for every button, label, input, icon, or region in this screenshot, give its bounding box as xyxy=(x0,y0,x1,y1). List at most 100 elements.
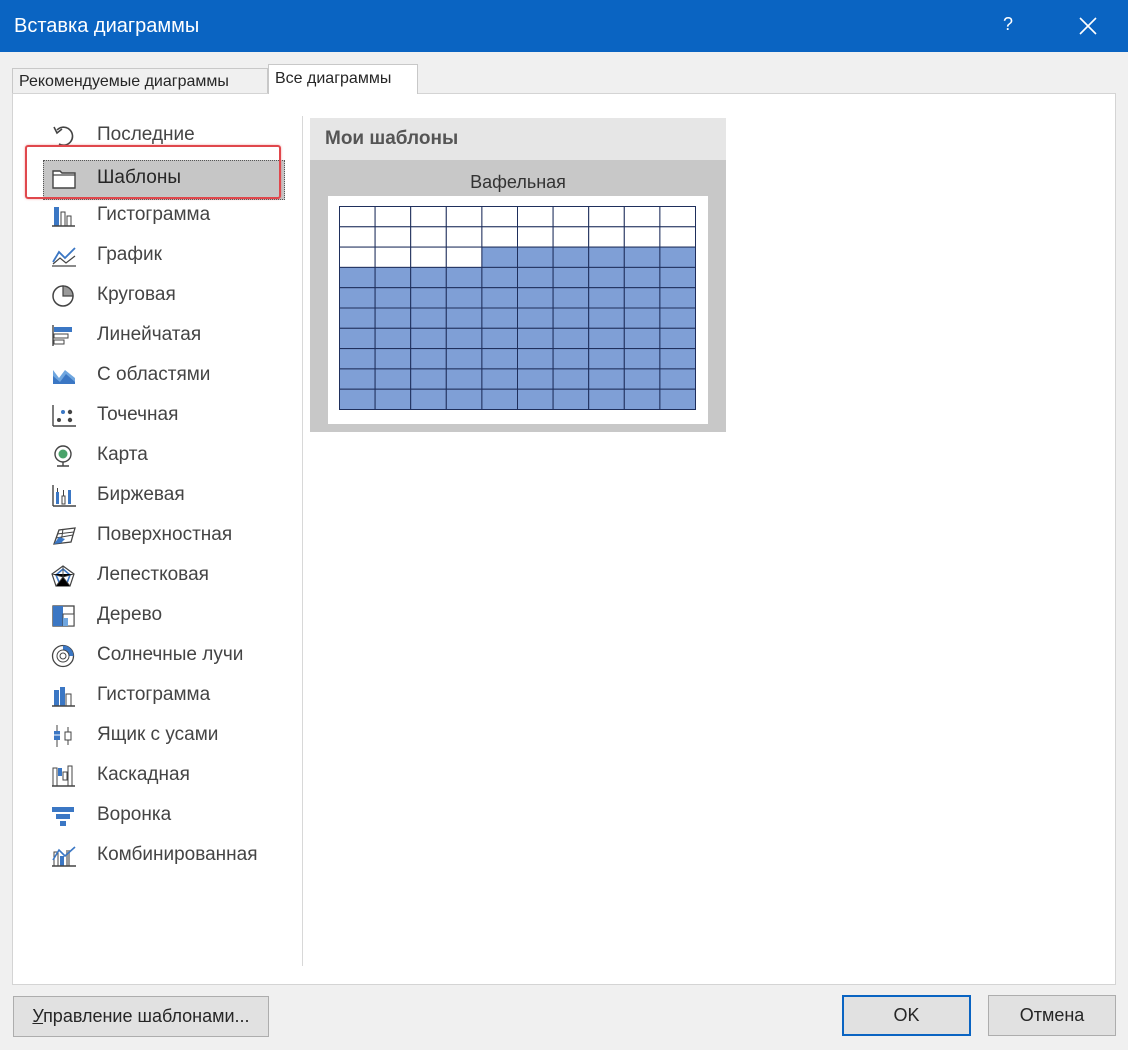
waffle-cell xyxy=(623,226,661,248)
sidebar-item-box-whisker-chart[interactable]: Ящик с усами xyxy=(37,716,295,756)
waffle-cell xyxy=(445,388,483,410)
tab-strip: Рекомендуемые диаграммы Все диаграммы xyxy=(12,64,1112,94)
manage-templates-accelerator: У xyxy=(32,1006,44,1026)
template-name: Вафельная xyxy=(470,172,566,192)
help-button[interactable]: ? xyxy=(996,14,1020,38)
waffle-cell xyxy=(623,266,661,289)
waffle-cell xyxy=(374,368,412,390)
treemap-chart-icon xyxy=(51,604,77,628)
sidebar-item-label: Последние xyxy=(97,124,195,145)
waffle-cell xyxy=(481,226,518,248)
sidebar-item-funnel-chart[interactable]: Воронка xyxy=(37,796,295,836)
waffle-cell xyxy=(552,226,590,248)
sidebar-item-label: Поверхностная xyxy=(97,524,233,545)
sidebar-item-histogram-chart[interactable]: Гистограмма xyxy=(37,676,295,716)
sidebar-item-label: Гистограмма xyxy=(97,204,211,225)
pie-chart-icon xyxy=(51,284,77,308)
waffle-chart-preview xyxy=(339,206,696,410)
waffle-cell xyxy=(659,246,696,268)
sidebar-item-label: Точечная xyxy=(97,404,179,425)
sidebar-item-map-chart[interactable]: Карта xyxy=(37,436,295,476)
sidebar-item-label: Круговая xyxy=(97,284,176,305)
waffle-cell xyxy=(374,307,412,329)
waffle-cell xyxy=(445,226,483,248)
waffle-cell xyxy=(517,348,554,370)
waffle-cell xyxy=(623,327,661,350)
sidebar-item-column-chart[interactable]: Гистограмма xyxy=(37,196,295,236)
waffle-cell xyxy=(623,287,661,309)
sidebar-item-line-chart[interactable]: График xyxy=(37,236,295,276)
sidebar-item-scatter-chart[interactable]: Точечная xyxy=(37,396,295,436)
waffle-cell xyxy=(517,206,554,228)
waffle-cell xyxy=(552,287,590,309)
stock-chart-icon xyxy=(51,484,77,508)
waffle-cell xyxy=(445,266,483,289)
manage-templates-button[interactable]: Управление шаблонами... xyxy=(13,996,269,1037)
sidebar-item-stock-chart[interactable]: Биржевая xyxy=(37,476,295,516)
tab-all-charts[interactable]: Все диаграммы xyxy=(268,64,418,94)
close-icon xyxy=(1079,17,1097,35)
ok-button[interactable]: OK xyxy=(842,995,971,1036)
waffle-cell xyxy=(445,307,483,329)
sidebar-item-waterfall-chart[interactable]: Каскадная xyxy=(37,756,295,796)
waffle-cell xyxy=(339,246,376,268)
sidebar-item-recent[interactable]: Последние xyxy=(37,116,295,156)
sidebar-item-label: Карта xyxy=(97,444,148,465)
waffle-cell xyxy=(410,287,447,309)
waffle-cell xyxy=(481,368,518,390)
tab-recommended-charts[interactable]: Рекомендуемые диаграммы xyxy=(12,68,268,94)
waffle-cell xyxy=(588,226,625,248)
waffle-cell xyxy=(552,307,590,329)
sidebar-item-radar-chart[interactable]: Лепестковая xyxy=(37,556,295,596)
waffle-cell xyxy=(339,327,376,350)
sidebar-item-pie-chart[interactable]: Круговая xyxy=(37,276,295,316)
waffle-cell xyxy=(517,246,554,268)
waffle-cell xyxy=(445,206,483,228)
waffle-cell xyxy=(374,206,412,228)
sidebar-item-bar-chart[interactable]: Линейчатая xyxy=(37,316,295,356)
waffle-cell xyxy=(374,226,412,248)
template-card-waffle[interactable]: Вафельная xyxy=(310,160,726,432)
waffle-cell xyxy=(374,266,412,289)
waffle-cell xyxy=(410,206,447,228)
waffle-cell xyxy=(410,226,447,248)
sidebar-item-combo-chart[interactable]: Комбинированная xyxy=(37,836,295,876)
close-button[interactable] xyxy=(1066,10,1110,42)
waffle-cell xyxy=(659,348,696,370)
sidebar-item-templates-folder[interactable]: Шаблоны xyxy=(37,156,295,200)
sidebar-item-label: С областями xyxy=(97,364,211,385)
sidebar-item-sunburst-chart[interactable]: Солнечные лучи xyxy=(37,636,295,676)
sidebar-item-label: Воронка xyxy=(97,804,172,825)
waffle-cell xyxy=(481,388,518,410)
waffle-cell xyxy=(410,388,447,410)
waffle-cell xyxy=(552,246,590,268)
waffle-cell xyxy=(445,327,483,350)
waffle-cell xyxy=(339,226,376,248)
sidebar-item-label: Шаблоны xyxy=(97,167,182,188)
sidebar-item-label: Биржевая xyxy=(97,484,185,505)
sidebar-item-treemap-chart[interactable]: Дерево xyxy=(37,596,295,636)
waffle-cell xyxy=(517,368,554,390)
cancel-button[interactable]: Отмена xyxy=(988,995,1116,1036)
dialog-title: Вставка диаграммы xyxy=(14,15,200,37)
waffle-cell xyxy=(410,246,447,268)
waffle-cell xyxy=(481,206,518,228)
waffle-cell xyxy=(517,327,554,350)
scatter-chart-icon xyxy=(51,404,77,428)
waffle-cell xyxy=(588,206,625,228)
waffle-cell xyxy=(588,327,625,350)
column-chart-icon xyxy=(51,204,77,228)
waffle-cell xyxy=(623,246,661,268)
sidebar-item-label: Лепестковая xyxy=(97,564,209,585)
sidebar-item-surface-chart[interactable]: Поверхностная xyxy=(37,516,295,556)
sidebar-item-label: Линейчатая xyxy=(97,324,202,345)
sidebar-item-area-chart[interactable]: С областями xyxy=(37,356,295,396)
sidebar-item-label: Солнечные лучи xyxy=(97,644,244,665)
waffle-cell xyxy=(445,246,483,268)
templates-gallery: Мои шаблоны Вафельная xyxy=(310,118,726,432)
waffle-cell xyxy=(374,348,412,370)
chart-type-list: Последние Шаблоны Гистограмма График Кругова… xyxy=(25,116,303,966)
waffle-cell xyxy=(410,327,447,350)
recent-icon xyxy=(51,124,77,148)
manage-templates-label: правление шаблонами... xyxy=(43,1006,250,1026)
